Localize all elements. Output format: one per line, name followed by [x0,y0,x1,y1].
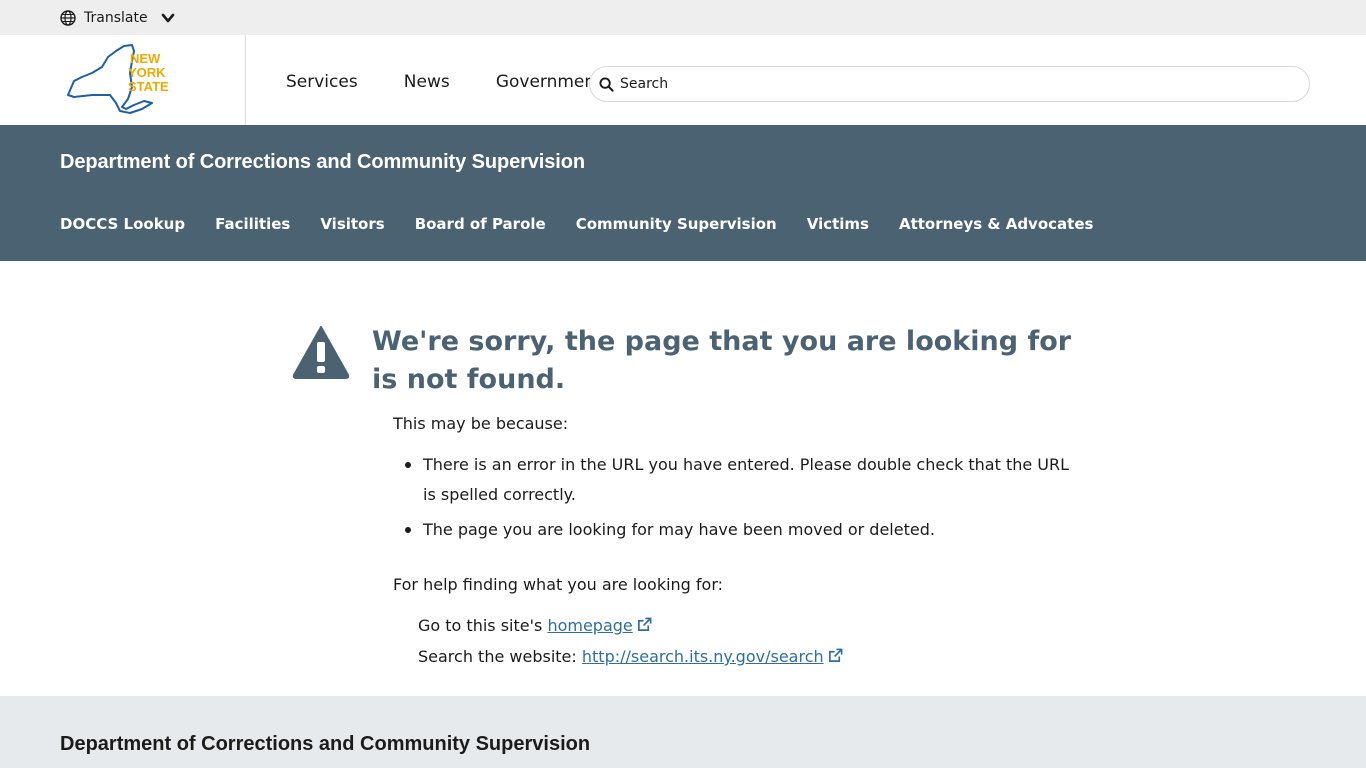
agency-nav-attorneys-advocates[interactable]: Attorneys & Advocates [899,215,1093,233]
svg-text:NEW: NEW [130,51,161,66]
global-nav: Services News Government [286,72,590,94]
nys-logo-icon: NEW YORK STATE [67,44,169,114]
svg-text:STATE: STATE [128,79,169,94]
list-item: The page you are looking for may have be… [405,515,1073,545]
agency-footer: Department of Corrections and Community … [0,696,1366,768]
search-input[interactable] [620,76,1220,92]
agency-title[interactable]: Department of Corrections and Community … [60,151,585,174]
global-nav-services[interactable]: Services [286,72,358,92]
help-homepage-line: Go to this site's homepage [418,616,652,635]
search-site-link-label: http://search.its.ny.gov/search [581,647,824,666]
global-nav-news[interactable]: News [404,72,450,92]
chevron-down-icon [161,13,174,23]
reason-intro: This may be because: [393,414,569,433]
main-content: We're sorry, the page that you are looki… [0,261,1366,696]
header-divider [245,35,246,125]
help-homepage-prefix: Go to this site's [418,616,543,635]
agency-nav-victims[interactable]: Victims [807,215,869,233]
agency-header: Department of Corrections and Community … [0,125,1366,261]
list-item: There is an error in the URL you have en… [405,450,1073,510]
agency-nav-community-supervision[interactable]: Community Supervision [576,215,777,233]
agency-nav-doccs-lookup[interactable]: DOCCS Lookup [60,215,185,233]
global-nav-government[interactable]: Government [496,72,590,92]
error-heading: We're sorry, the page that you are looki… [372,326,1072,395]
translate-button[interactable]: Translate [60,8,176,28]
nys-logo[interactable]: NEW YORK STATE [62,43,182,115]
search-site-link[interactable]: http://search.its.ny.gov/search [582,647,843,666]
search-box[interactable] [589,66,1310,102]
warning-icon [292,326,350,379]
translate-label: Translate [84,10,148,26]
homepage-link-label: homepage [547,616,633,635]
help-search-prefix: Search the website: [418,647,577,666]
help-search-line: Search the website: http://search.its.ny… [418,647,843,666]
global-header: NEW YORK STATE Services News Government [0,35,1366,125]
external-link-icon [828,648,843,662]
translate-bar: Translate [0,0,1366,35]
external-link-icon [637,617,652,631]
agency-nav-board-of-parole[interactable]: Board of Parole [415,215,546,233]
agency-nav: DOCCS Lookup Facilities Visitors Board o… [60,215,1123,233]
footer-title: Department of Corrections and Community … [60,733,591,755]
help-intro: For help finding what you are looking fo… [393,575,724,594]
agency-nav-visitors[interactable]: Visitors [320,215,384,233]
svg-text:YORK: YORK [128,65,166,80]
search-icon [599,76,614,92]
homepage-link[interactable]: homepage [547,616,652,635]
reason-list: There is an error in the URL you have en… [405,450,1073,550]
globe-icon [60,10,76,26]
agency-nav-facilities[interactable]: Facilities [215,215,290,233]
